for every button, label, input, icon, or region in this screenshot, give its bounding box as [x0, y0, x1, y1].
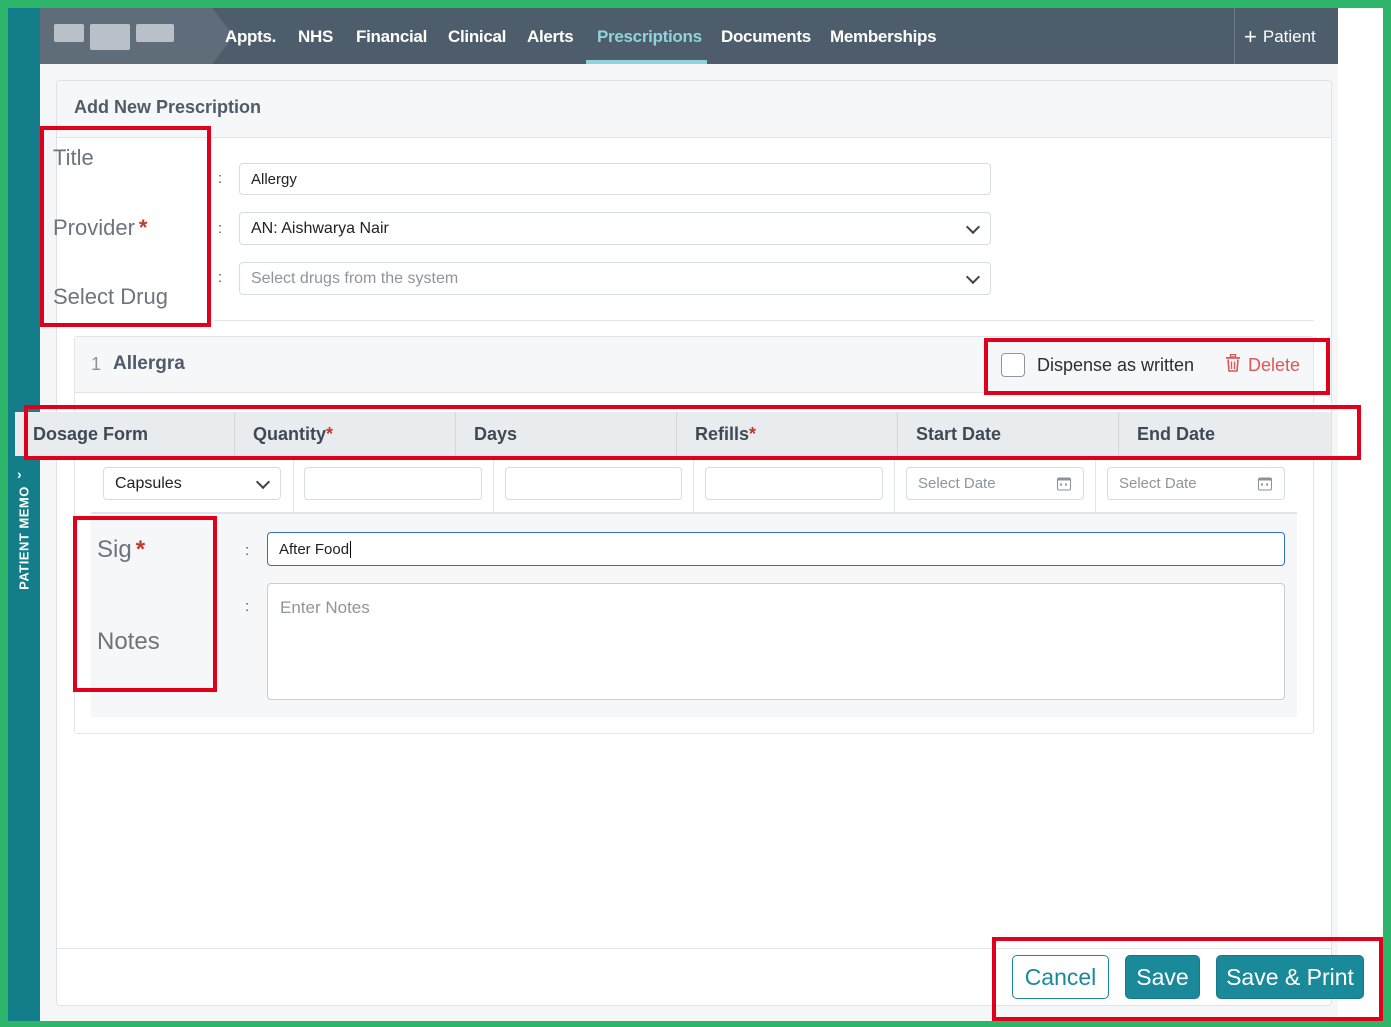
select-drug-label: Select Drug [53, 284, 168, 309]
cell-separator [1095, 457, 1096, 513]
sig-notes-panel: Sig * : After Food Notes : Enter Notes [91, 513, 1297, 717]
required-mark: * [326, 424, 334, 444]
quantity-input[interactable] [304, 467, 482, 500]
drug-index: 1 [91, 354, 102, 374]
drug-name: Allergra [113, 353, 185, 374]
save-and-print-button[interactable]: Save & Print [1216, 955, 1364, 999]
days-input[interactable] [505, 467, 682, 500]
provider-label-text: Provider [53, 215, 135, 240]
nav-divider [1234, 8, 1235, 64]
calendar-icon[interactable] [1057, 477, 1071, 490]
patient-memo-bar[interactable]: › PATIENT MEMO [8, 8, 40, 1021]
dosage-table-row: Capsules Select Date Select Date [91, 457, 1297, 513]
column-header-quantity: Quantity* [235, 412, 456, 456]
cell-separator [293, 457, 294, 513]
chevron-right-icon[interactable]: › [17, 466, 22, 482]
notes-textarea[interactable]: Enter Notes [267, 583, 1285, 700]
nav-tab-documents[interactable]: Documents [721, 8, 811, 64]
title-input[interactable]: Allergy [239, 163, 991, 195]
right-gutter [1338, 8, 1383, 1021]
start-date-input[interactable]: Select Date [906, 467, 1084, 500]
drug-panel: 1 Allergra Dispense as written Delete Do… [15, 336, 1331, 734]
colon: : [218, 269, 223, 286]
end-date-placeholder: Select Date [1119, 475, 1197, 492]
add-patient-button[interactable]: + Patient [1244, 8, 1316, 64]
title-label: Title [53, 145, 94, 170]
card-header: Add New Prescription [57, 81, 1331, 138]
cell-separator [894, 457, 895, 513]
add-patient-label: Patient [1262, 27, 1316, 46]
nav-tab-alerts[interactable]: Alerts [527, 8, 574, 64]
column-header-start-date: Start Date [898, 412, 1119, 456]
nav-tab-clinical[interactable]: Clinical [448, 8, 506, 64]
trash-icon[interactable] [1225, 354, 1241, 372]
chevron-down-icon [965, 219, 981, 234]
dispense-as-written-checkbox[interactable] [1001, 353, 1025, 377]
dosage-form-select[interactable]: Capsules [103, 467, 281, 500]
drug-panel-header: 1 Allergra Dispense as written Delete [75, 337, 1313, 393]
plus-icon: + [1244, 24, 1257, 49]
colon: : [245, 598, 250, 615]
column-header-days: Days [456, 412, 677, 456]
nav-tab-appts[interactable]: Appts. [225, 8, 276, 64]
chevron-down-icon [965, 269, 981, 284]
column-header-dosage-form: Dosage Form [15, 412, 235, 456]
sig-label-text: Sig [97, 536, 132, 563]
dosage-table-header: Dosage Form Quantity* Days Refills* Star… [15, 412, 1331, 456]
page-title: Add New Prescription [74, 97, 262, 117]
end-date-input[interactable]: Select Date [1107, 467, 1285, 500]
column-header-end-date: End Date [1137, 424, 1216, 444]
notes-label: Notes [97, 628, 160, 655]
required-mark: * [135, 536, 146, 563]
save-button[interactable]: Save [1125, 955, 1200, 999]
patient-memo-label[interactable]: PATIENT MEMO [17, 486, 32, 590]
nav-tab-nhs[interactable]: NHS [298, 8, 333, 64]
nav-tab-financial[interactable]: Financial [356, 8, 427, 64]
patient-name-blurred [40, 8, 212, 64]
card-footer-divider [57, 948, 1331, 949]
colon: : [245, 542, 250, 559]
cell-separator [693, 457, 694, 513]
drug-select-placeholder: Select drugs from the system [251, 269, 459, 287]
active-tab-indicator [586, 60, 707, 64]
calendar-icon[interactable] [1258, 477, 1272, 490]
nav-tab-memberships[interactable]: Memberships [830, 8, 937, 64]
app-window: › PATIENT MEMO Appts. NHS Financial Clin… [8, 8, 1383, 1021]
cell-separator [493, 457, 494, 513]
required-mark: * [138, 215, 148, 240]
provider-select[interactable]: AN: Aishwarya Nair [239, 212, 991, 245]
column-header-quantity-text: Quantity [253, 424, 327, 444]
start-date-placeholder: Select Date [918, 475, 996, 492]
sig-label: Sig * [97, 536, 145, 564]
delete-drug-button[interactable]: Delete [1248, 355, 1300, 376]
column-header-refills: Refills* [677, 412, 898, 456]
blurred-text [54, 24, 84, 42]
chevron-down-icon [255, 474, 271, 489]
cancel-button[interactable]: Cancel [1012, 955, 1109, 999]
colon: : [218, 170, 223, 187]
dispense-as-written-label[interactable]: Dispense as written [1037, 355, 1194, 376]
dosage-form-value: Capsules [115, 474, 182, 492]
blurred-text [136, 24, 174, 42]
prescription-card: Add New Prescription Title : Allergy Pro… [15, 80, 1332, 1006]
required-mark: * [749, 424, 757, 444]
sig-value: After Food [279, 540, 350, 558]
provider-selected-value: AN: Aishwarya Nair [251, 219, 389, 237]
sig-input[interactable]: After Food [267, 532, 1285, 566]
provider-label: Provider * [53, 215, 147, 241]
blurred-text [90, 24, 130, 50]
text-cursor [350, 540, 352, 558]
refills-input[interactable] [705, 467, 883, 500]
drug-select[interactable]: Select drugs from the system [239, 262, 991, 295]
top-nav: Appts. NHS Financial Clinical Alerts Pre… [40, 8, 1338, 64]
divider [214, 320, 1314, 321]
colon: : [218, 220, 223, 237]
column-header-refills-text: Refills [695, 424, 750, 444]
nav-tab-prescriptions[interactable]: Prescriptions [597, 8, 702, 64]
